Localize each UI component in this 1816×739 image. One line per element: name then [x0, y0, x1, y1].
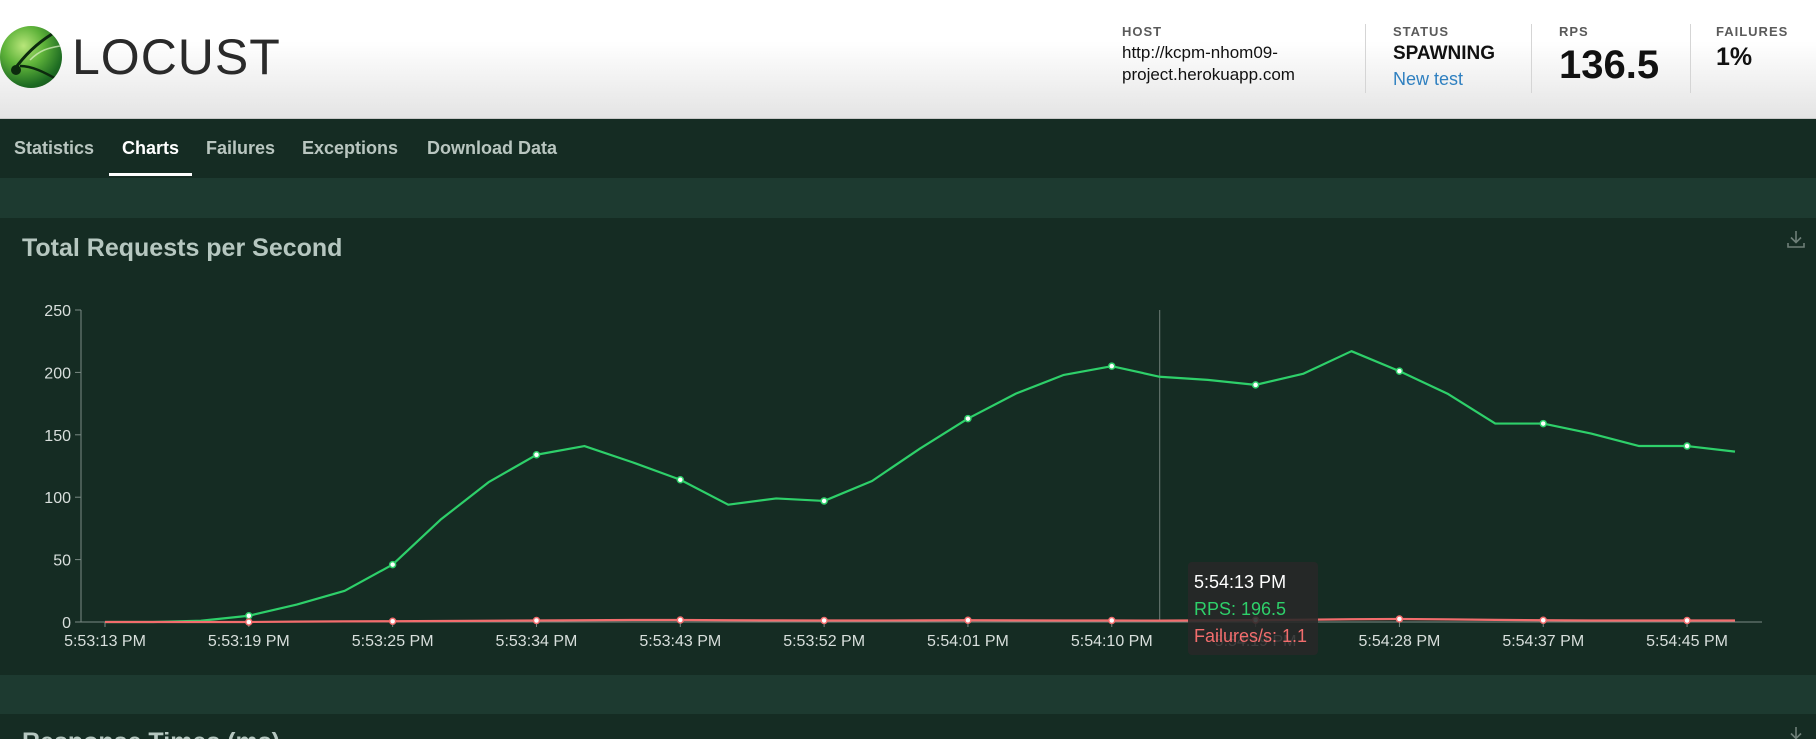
x-tick-label: 5:53:43 PM [639, 633, 721, 650]
x-tick-label: 5:53:34 PM [496, 633, 578, 650]
failures-label: FAILURES [1716, 24, 1789, 39]
rps-data-point [245, 612, 253, 620]
tab-statistics[interactable]: Statistics [14, 119, 94, 178]
failures-data-point [388, 617, 397, 626]
failures-stat: FAILURES 1% [1716, 24, 1788, 72]
x-tick-label: 5:53:52 PM [783, 633, 865, 650]
failures-data-point [964, 616, 972, 625]
rps-data-point [1251, 381, 1260, 389]
rps-data-point [1108, 362, 1116, 370]
tab-failures[interactable]: Failures [206, 119, 275, 178]
rps-data-point [820, 497, 828, 505]
rps-series-line [105, 350, 1736, 624]
rps-data-point [532, 451, 541, 459]
tab-bar: Statistics Charts Failures Exceptions Do… [0, 119, 1816, 178]
tab-exceptions[interactable]: Exceptions [302, 119, 398, 178]
failures-value: 1% [1716, 43, 1753, 71]
x-tick-label: 5:54:45 PM [1646, 633, 1728, 650]
locust-logo-icon [0, 26, 62, 88]
host-value: http://kcpm-nhom09-project.herokuapp.com [1122, 43, 1295, 84]
tooltip-time: 5:54:13 PM [1194, 572, 1287, 592]
status-label: STATUS [1393, 24, 1450, 39]
failures-data-point [1539, 616, 1547, 625]
app-header: LOCUST HOST http://kcpm-nhom09-project.h… [0, 0, 1816, 119]
rps-data-point [676, 475, 685, 484]
response-times-title: Response Times (ms) [22, 728, 280, 739]
y-tick-label: 50 [53, 553, 71, 570]
tooltip-failures: Failures/s: 1.1 [1194, 626, 1308, 646]
download-icon[interactable] [1785, 724, 1807, 739]
failures-data-point [532, 616, 541, 625]
logo-text: LOCUST [72, 29, 281, 85]
header-divider [1531, 24, 1532, 93]
x-tick-label: 5:54:37 PM [1502, 633, 1584, 650]
failures-data-point [820, 616, 828, 625]
tab-download-data[interactable]: Download Data [427, 119, 557, 178]
y-tick-label: 100 [44, 490, 71, 507]
x-tick-label: 5:53:13 PM [64, 633, 146, 650]
x-tick-label: 5:54:01 PM [927, 633, 1009, 650]
rps-data-point [1683, 442, 1691, 450]
x-tick-label: 5:54:10 PM [1071, 633, 1153, 650]
tooltip-rps: RPS: 196.5 [1194, 599, 1287, 619]
host-label: HOST [1122, 24, 1163, 39]
chart-tooltip: 5:54:13 PM RPS: 196.5 Failures/s: 1.1 [1188, 562, 1318, 655]
x-tick-label: 5:53:19 PM [208, 633, 290, 650]
header-divider [1365, 24, 1366, 93]
tab-charts[interactable]: Charts [108, 119, 193, 178]
logo[interactable]: LOCUST [0, 26, 281, 88]
rps-stat: RPS 136.5 [1559, 24, 1659, 88]
rps-chart-panel: Total Requests per Second 0 50 100 150 200 25… [0, 218, 1816, 675]
status-value: SPAWNING [1393, 43, 1496, 64]
y-tick-label: 150 [44, 428, 71, 445]
y-tick-label: 0 [62, 615, 71, 632]
failures-data-point [1395, 615, 1404, 623]
rps-data-point [964, 414, 972, 423]
host-stat: HOST http://kcpm-nhom09-project.herokuap… [1122, 24, 1322, 86]
new-test-link[interactable]: New test [1393, 69, 1495, 90]
failures-data-point [676, 616, 685, 624]
rps-data-point [1395, 367, 1404, 375]
rps-line-chart[interactable]: 0 50 100 150 200 250 5:53:13 PM 5:53:19 PM 5:53:… [0, 218, 1816, 675]
y-tick-label: 200 [44, 365, 71, 382]
rps-value: 136.5 [1559, 43, 1660, 87]
response-times-panel: Response Times (ms) [0, 714, 1816, 739]
rps-label: RPS [1559, 24, 1589, 39]
header-divider [1690, 24, 1691, 93]
y-tick-label: 250 [44, 303, 71, 320]
rps-data-point [1539, 419, 1547, 428]
failures-data-point [1108, 616, 1116, 625]
failures-data-point [1683, 616, 1691, 625]
rps-data-point [388, 560, 397, 569]
x-tick-label: 5:54:28 PM [1358, 633, 1440, 650]
failures-data-point [245, 618, 253, 626]
status-stat: STATUS SPAWNING New test [1393, 24, 1495, 90]
x-tick-label: 5:53:25 PM [352, 633, 434, 650]
